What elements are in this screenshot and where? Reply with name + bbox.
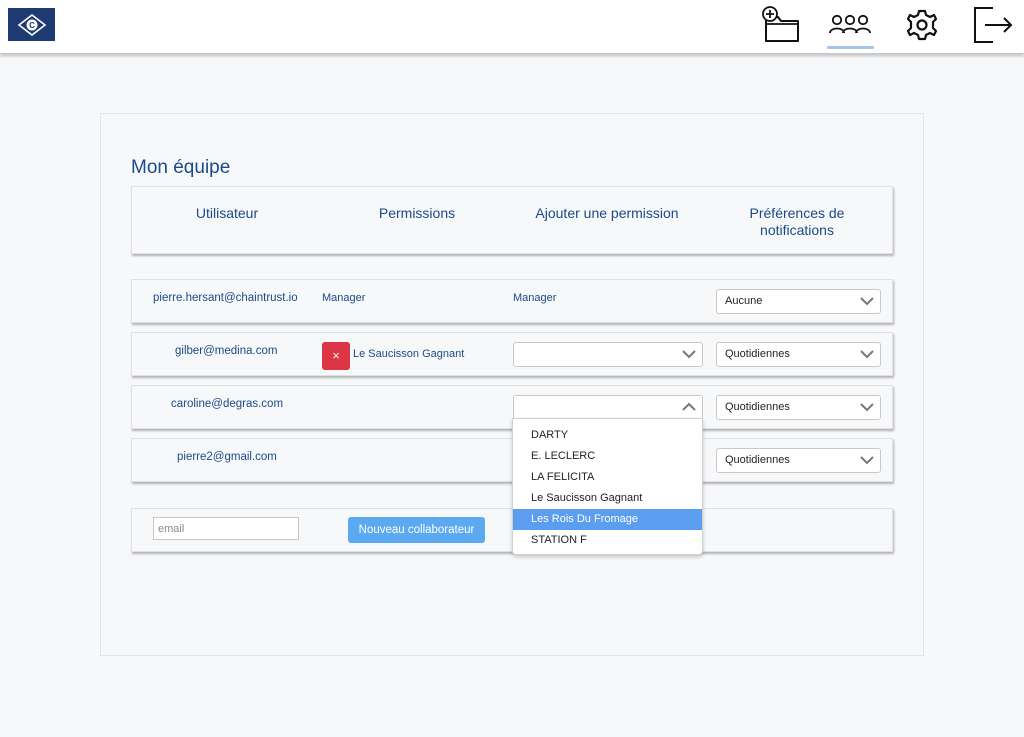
user-email: caroline@degras.com	[171, 398, 284, 410]
dropdown-option[interactable]: Le Saucisson Gagnant	[513, 488, 702, 509]
dropdown-option[interactable]: LA FELICITA	[513, 467, 702, 488]
new-collaborator-button[interactable]: Nouveau collaborateur	[348, 517, 485, 543]
team-icon[interactable]	[826, 2, 874, 48]
table-row: pierre.hersant@chaintrust.io Manager Man…	[131, 279, 893, 323]
chevron-up-icon	[682, 402, 696, 411]
logo-icon: C	[17, 13, 46, 36]
notification-value: Aucune	[725, 295, 763, 307]
notification-value: Quotidiennes	[725, 401, 790, 413]
logo-letter: C	[29, 21, 35, 30]
add-permission-label: Manager	[513, 292, 557, 304]
logout-icon[interactable]	[970, 2, 1016, 48]
new-member-email-input[interactable]	[153, 517, 299, 540]
dropdown-option[interactable]: E. LECLERC	[513, 446, 702, 467]
header-permissions: Permissions	[378, 205, 456, 221]
chevron-down-icon	[860, 403, 874, 412]
chevron-down-icon	[860, 297, 874, 306]
dropdown-option[interactable]: DARTY	[513, 425, 702, 446]
top-bar: C	[0, 0, 1024, 54]
notification-select[interactable]: Quotidiennes	[716, 448, 881, 473]
app-logo[interactable]: C	[8, 8, 55, 41]
add-folder-icon[interactable]	[758, 2, 802, 48]
page-title: Mon équipe	[131, 157, 231, 178]
notification-value: Quotidiennes	[725, 454, 790, 466]
notification-select[interactable]: Quotidiennes	[716, 395, 881, 420]
user-email: gilber@medina.com	[175, 345, 278, 357]
chevron-down-icon	[682, 350, 696, 359]
user-email: pierre2@gmail.com	[177, 451, 277, 463]
user-email: pierre.hersant@chaintrust.io	[153, 292, 298, 304]
chevron-down-icon	[860, 350, 874, 359]
header-notifications-line1: Préférences de	[749, 205, 845, 221]
add-permission-select[interactable]	[513, 395, 703, 420]
dropdown-option-highlighted[interactable]: Les Rois Du Fromage	[513, 509, 702, 530]
permission-label: Le Saucisson Gagnant	[353, 348, 465, 360]
notification-select[interactable]: Quotidiennes	[716, 342, 881, 367]
settings-icon[interactable]	[902, 2, 942, 48]
permission-label: Manager	[322, 292, 366, 304]
permission-dropdown-list: DARTY E. LECLERC LA FELICITA Le Saucisso…	[512, 418, 703, 555]
header-user: Utilisateur	[195, 205, 259, 221]
table-header: Utilisateur Permissions Ajouter une perm…	[131, 186, 893, 254]
header-notifications-line2: notifications	[760, 222, 834, 238]
table-row: gilber@medina.com × Le Saucisson Gagnant…	[131, 332, 893, 376]
header-add-permission: Ajouter une permission	[535, 205, 679, 221]
chevron-down-icon	[860, 456, 874, 465]
remove-permission-button[interactable]: ×	[322, 342, 350, 370]
add-permission-select[interactable]	[513, 342, 703, 367]
notification-select[interactable]: Aucune	[716, 289, 881, 314]
dropdown-option[interactable]: STATION F	[513, 530, 702, 551]
active-tab-indicator	[827, 46, 874, 49]
header-notifications: Préférences de notifications	[722, 205, 872, 239]
notification-value: Quotidiennes	[725, 348, 790, 360]
